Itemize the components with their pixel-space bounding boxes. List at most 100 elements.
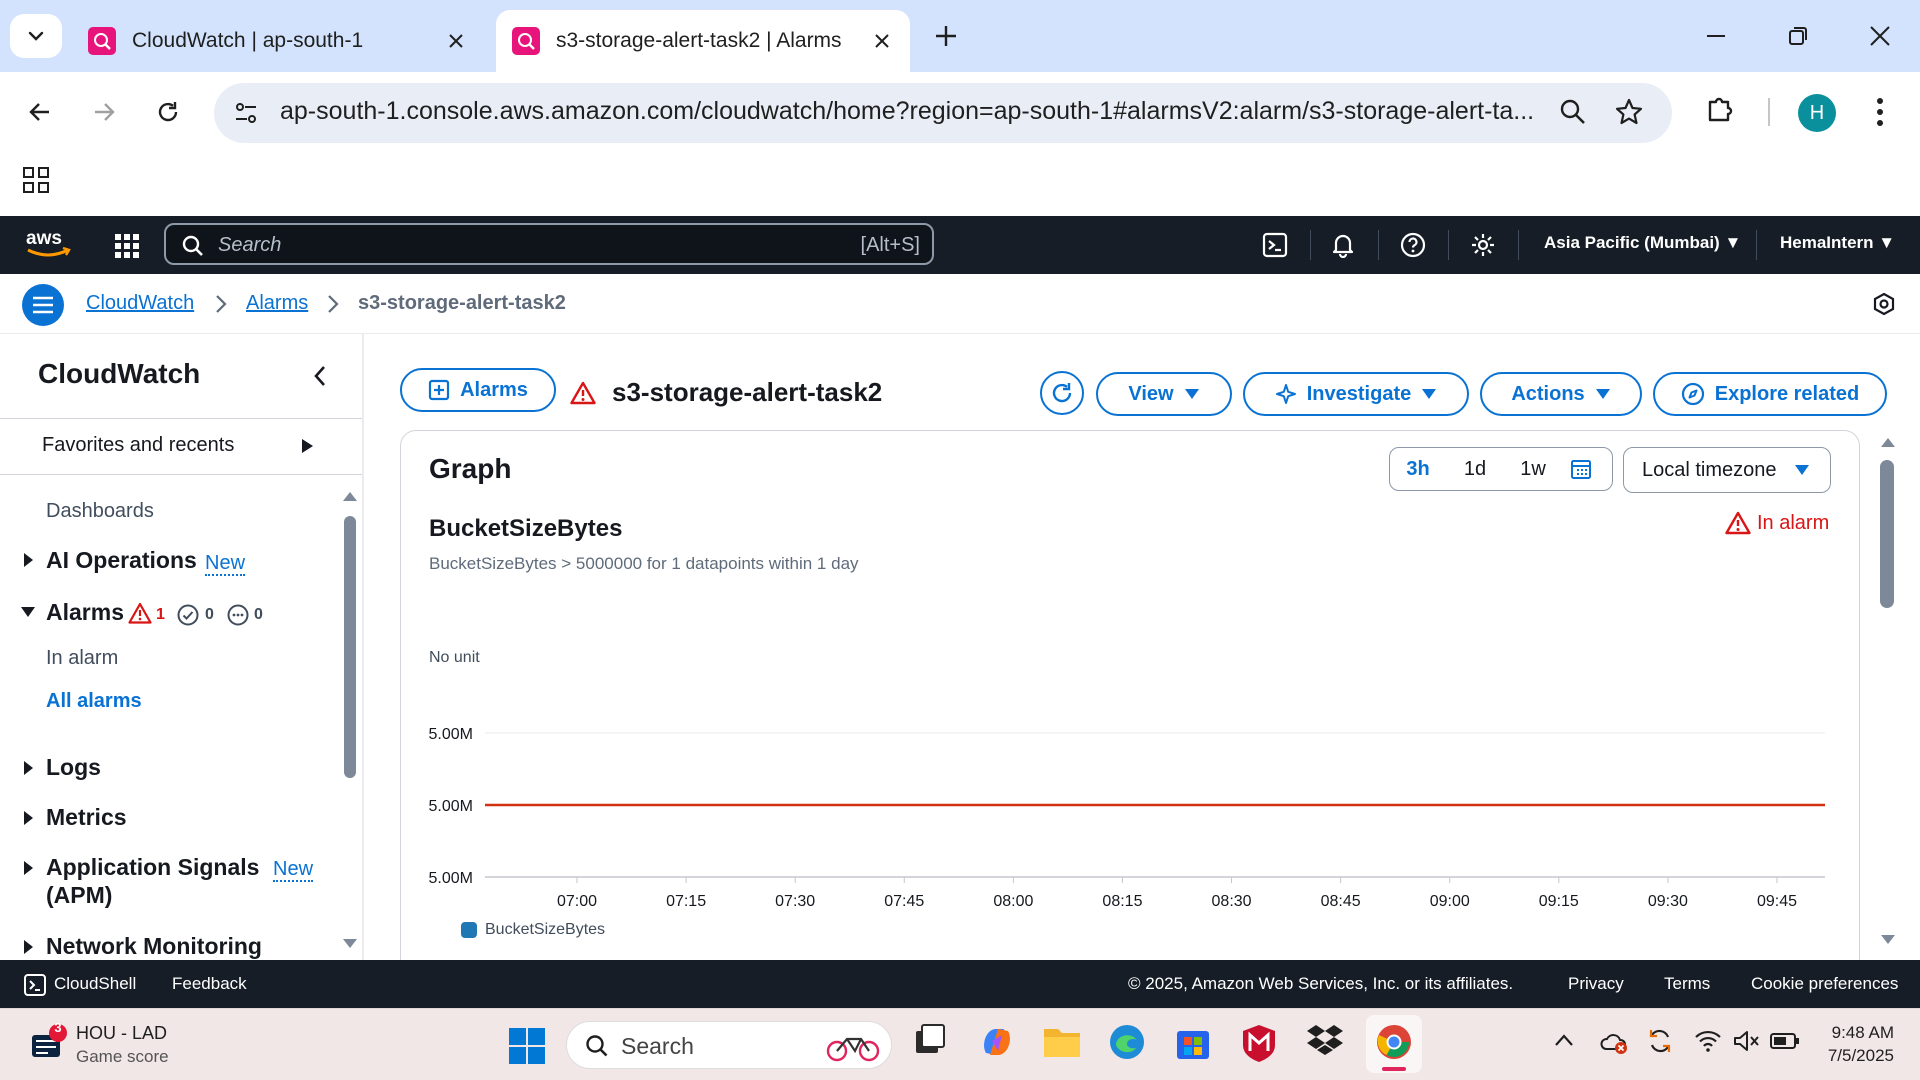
- aws-search-input[interactable]: Search [Alt+S]: [164, 223, 934, 265]
- new-tab-button[interactable]: [930, 20, 962, 52]
- mcafee-icon[interactable]: [1240, 1023, 1278, 1063]
- scroll-up-icon[interactable]: [1880, 436, 1896, 448]
- bookmark-star-icon[interactable]: [1614, 97, 1644, 127]
- chevron-up-icon[interactable]: [1554, 1033, 1574, 1047]
- range-1w[interactable]: 1w: [1504, 458, 1562, 481]
- sidebar-item-dashboards[interactable]: Dashboards: [46, 500, 154, 523]
- caret-down-icon[interactable]: [20, 606, 36, 618]
- cloudshell-icon[interactable]: [1262, 232, 1288, 258]
- sidebar-item-metrics[interactable]: Metrics: [46, 804, 127, 831]
- close-tab-icon[interactable]: [444, 29, 468, 53]
- profile-avatar[interactable]: H: [1798, 94, 1836, 132]
- tab-alarm[interactable]: s3-storage-alert-task2 | Alarms: [496, 10, 910, 72]
- windows-taskbar: 3 HOU - LAD Game score Search 9:48 AM 7/…: [0, 1008, 1920, 1080]
- metric-chart[interactable]: 5.00M 5.00M 5.00M 07:00 07:15 07:30 07:45 08:00…: [401, 671, 1860, 921]
- volume-muted-icon[interactable]: [1732, 1029, 1760, 1053]
- settings-hex-icon[interactable]: [1872, 292, 1896, 316]
- chrome-taskbar-button[interactable]: [1366, 1015, 1422, 1073]
- gear-icon[interactable]: [1470, 232, 1496, 258]
- url-text[interactable]: ap-south-1.console.aws.amazon.com/cloudw…: [280, 97, 1540, 126]
- sidebar-item-in-alarm[interactable]: In alarm: [46, 647, 118, 670]
- footer-terms[interactable]: Terms: [1664, 974, 1710, 994]
- sync-icon[interactable]: [1646, 1027, 1674, 1055]
- explore-related-button[interactable]: Explore related: [1653, 372, 1887, 416]
- reload-button[interactable]: [148, 92, 188, 132]
- forward-button[interactable]: [84, 92, 124, 132]
- task-view-icon[interactable]: [912, 1023, 946, 1057]
- wifi-icon[interactable]: [1694, 1029, 1722, 1053]
- apps-grid-icon[interactable]: [22, 166, 50, 194]
- close-window-button[interactable]: [1862, 18, 1898, 54]
- side-nav-scrollbar[interactable]: [344, 516, 356, 778]
- scroll-down-icon[interactable]: [1880, 934, 1896, 946]
- microsoft-store-icon[interactable]: [1174, 1023, 1212, 1061]
- sidebar-item-network-monitoring[interactable]: Network Monitoring: [46, 933, 262, 960]
- refresh-button[interactable]: [1040, 371, 1084, 415]
- caret-right-icon[interactable]: [22, 760, 34, 776]
- sidebar-item-alarms[interactable]: Alarms: [46, 599, 124, 626]
- close-tab-icon[interactable]: [870, 29, 894, 53]
- breadcrumb-alarms[interactable]: Alarms: [246, 292, 308, 315]
- side-nav-title[interactable]: CloudWatch: [38, 358, 200, 390]
- help-icon[interactable]: [1400, 232, 1426, 258]
- sidebar-item-all-alarms[interactable]: All alarms: [46, 690, 142, 713]
- file-explorer-icon[interactable]: [1042, 1023, 1082, 1059]
- onedrive-status-icon[interactable]: [1600, 1029, 1628, 1055]
- aws-logo-icon[interactable]: aws: [24, 226, 72, 262]
- edge-browser-icon[interactable]: [1108, 1023, 1146, 1061]
- new-badge[interactable]: New: [273, 858, 314, 882]
- main-scrollbar[interactable]: [1880, 460, 1894, 608]
- calendar-icon[interactable]: [1570, 458, 1592, 480]
- more-vert-icon[interactable]: [1868, 94, 1892, 130]
- caret-right-icon[interactable]: [22, 939, 34, 955]
- minimize-button[interactable]: [1698, 18, 1734, 54]
- footer-cookie-preferences[interactable]: Cookie preferences: [1751, 974, 1898, 994]
- sidebar-item-logs[interactable]: Logs: [46, 754, 101, 781]
- sidebar-item-application-signals-sub[interactable]: (APM): [46, 882, 112, 909]
- sidebar-item-application-signals[interactable]: Application Signals: [46, 854, 259, 881]
- restore-button[interactable]: [1780, 18, 1816, 54]
- extensions-icon[interactable]: [1704, 92, 1736, 124]
- tab-search-button[interactable]: [10, 14, 62, 58]
- services-menu-icon[interactable]: [114, 233, 140, 259]
- back-button[interactable]: [20, 92, 60, 132]
- actions-dropdown[interactable]: Actions: [1480, 372, 1642, 416]
- scroll-down-icon[interactable]: [342, 938, 358, 950]
- copilot-icon[interactable]: [978, 1023, 1016, 1061]
- cloudshell-icon[interactable]: [24, 974, 46, 996]
- caret-right-icon[interactable]: [22, 860, 34, 876]
- site-settings-icon[interactable]: [232, 99, 260, 127]
- region-selector[interactable]: Asia Pacific (Mumbai) ▼: [1544, 233, 1741, 253]
- footer-cloudshell[interactable]: CloudShell: [54, 974, 136, 994]
- favorites-and-recents[interactable]: Favorites and recents: [42, 434, 234, 457]
- battery-icon[interactable]: [1770, 1031, 1800, 1051]
- caret-right-icon[interactable]: [300, 438, 314, 454]
- footer-privacy[interactable]: Privacy: [1568, 974, 1624, 994]
- system-clock[interactable]: 9:48 AM 7/5/2025: [1828, 1021, 1894, 1067]
- footer-feedback[interactable]: Feedback: [172, 974, 247, 994]
- weather-widget[interactable]: 3 HOU - LAD Game score: [28, 1020, 328, 1067]
- breadcrumb-cloudwatch[interactable]: CloudWatch: [86, 292, 194, 315]
- collapse-nav-icon[interactable]: [312, 364, 328, 388]
- new-badge[interactable]: New: [205, 552, 246, 576]
- tab-cloudwatch[interactable]: CloudWatch | ap-south-1: [72, 10, 484, 72]
- dropbox-icon[interactable]: [1306, 1023, 1344, 1059]
- account-menu[interactable]: HemaIntern ▼: [1780, 233, 1895, 253]
- bell-icon[interactable]: [1330, 232, 1356, 258]
- range-3h[interactable]: 3h: [1390, 458, 1446, 481]
- view-dropdown[interactable]: View: [1096, 372, 1232, 416]
- windows-start-icon[interactable]: [508, 1027, 546, 1065]
- zoom-icon[interactable]: [1558, 97, 1588, 127]
- address-bar[interactable]: ap-south-1.console.aws.amazon.com/cloudw…: [214, 83, 1672, 143]
- caret-right-icon[interactable]: [22, 810, 34, 826]
- taskbar-search[interactable]: Search: [566, 1021, 892, 1069]
- timezone-select[interactable]: Local timezone: [1623, 447, 1831, 493]
- investigate-dropdown[interactable]: Investigate: [1243, 372, 1469, 416]
- scroll-up-icon[interactable]: [342, 490, 358, 502]
- side-nav-toggle[interactable]: [22, 284, 64, 326]
- chart-legend[interactable]: BucketSizeBytes: [461, 921, 605, 939]
- caret-right-icon[interactable]: [22, 552, 34, 568]
- back-to-alarms-button[interactable]: Alarms: [400, 368, 556, 412]
- sidebar-item-ai-operations[interactable]: AI Operations: [46, 547, 197, 574]
- range-1d[interactable]: 1d: [1446, 458, 1504, 481]
